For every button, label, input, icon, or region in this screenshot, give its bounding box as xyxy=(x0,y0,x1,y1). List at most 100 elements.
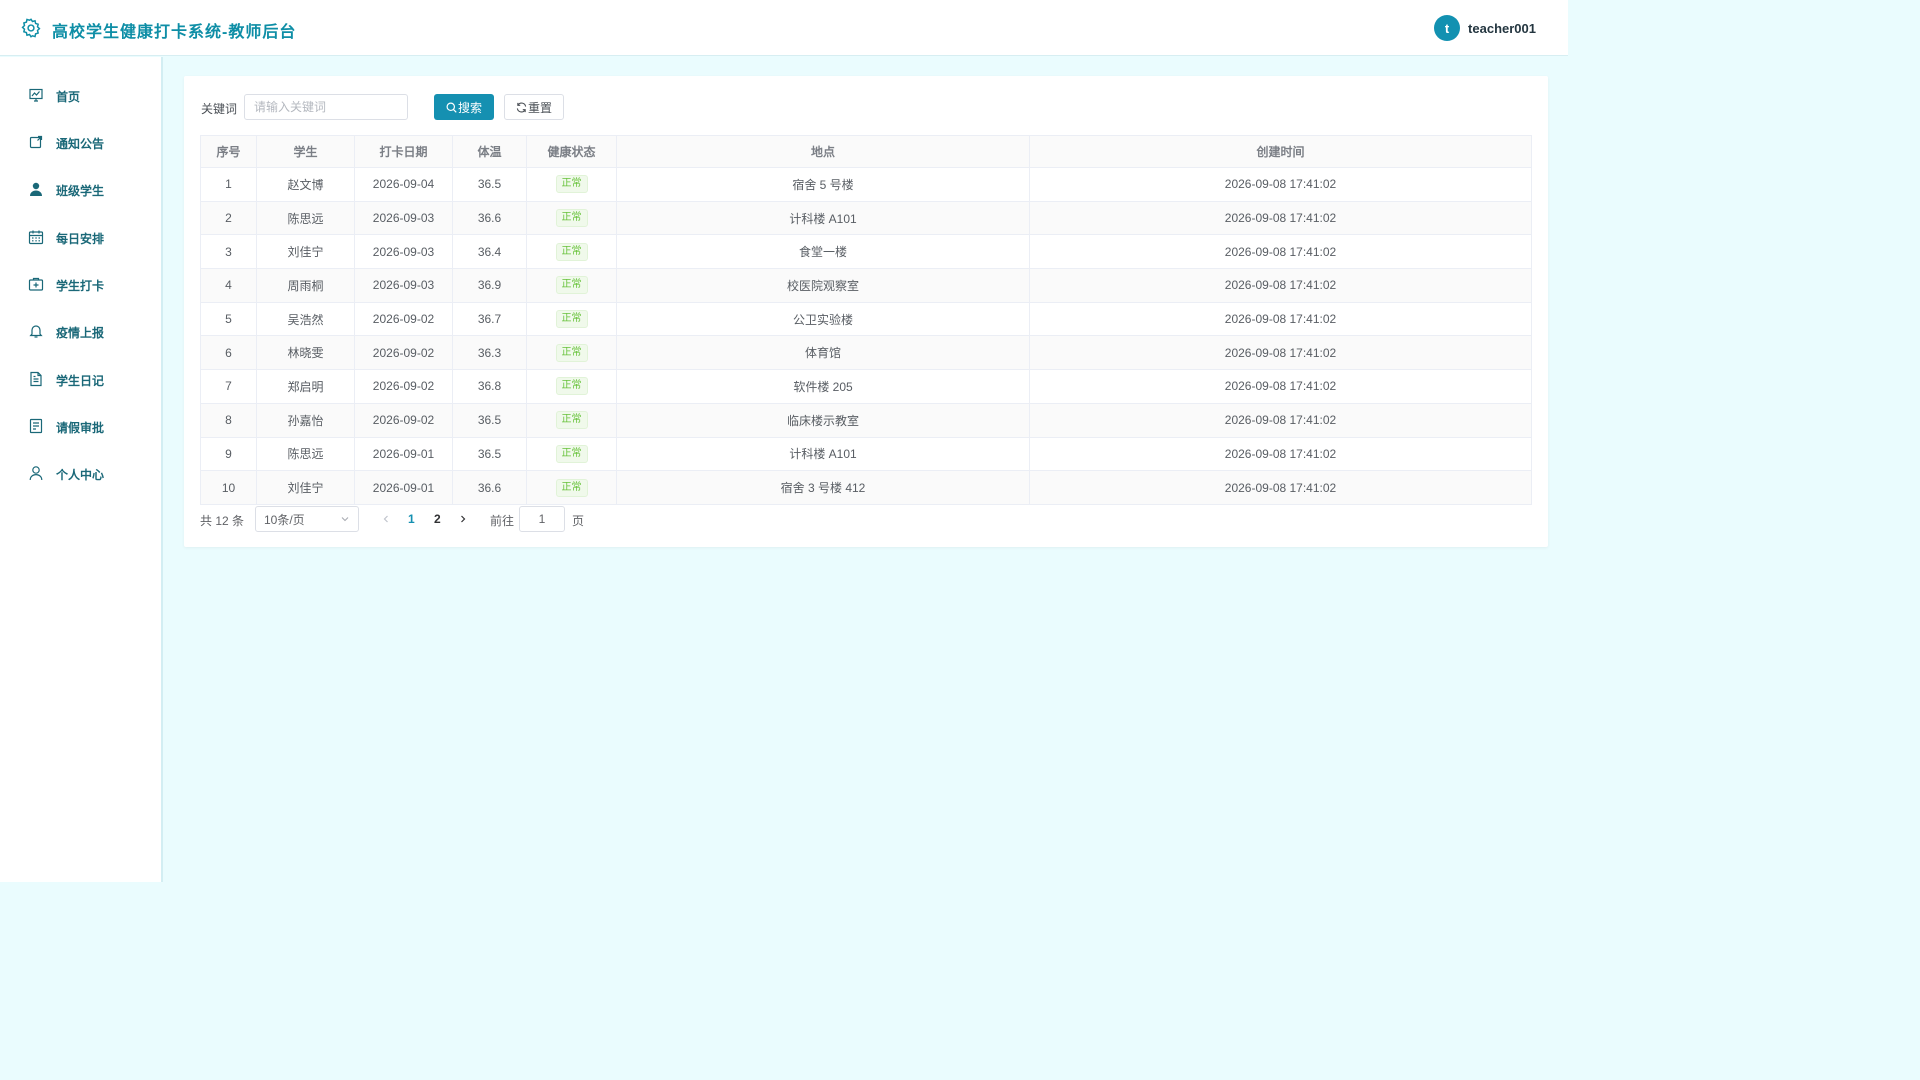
status-badge: 正常 xyxy=(555,343,588,362)
table-cell: 临床楼示教室 xyxy=(616,403,1030,438)
table-cell: 赵文博 xyxy=(256,167,355,202)
first-aid-kit-icon xyxy=(28,277,44,291)
table-cell: 刘佳宁 xyxy=(256,470,355,505)
table-cell: 软件楼 205 xyxy=(616,369,1030,404)
table-cell: 正常 xyxy=(526,437,617,472)
column-header: 地点 xyxy=(616,135,1030,168)
sidebar-item-student-diary[interactable]: 学生日记 xyxy=(0,361,161,397)
table-cell: 正常 xyxy=(526,369,617,404)
table-row[interactable]: 9 陈思远 2026-09-01 36.5 正常 计科楼 A101 2026-09-08 1… xyxy=(200,437,1532,472)
document-icon xyxy=(30,371,42,387)
table-cell: 2026-09-08 17:41:02 xyxy=(1029,201,1532,236)
table-cell: 孙嘉怡 xyxy=(256,403,355,438)
sidebar-item-leave-approval[interactable]: 请假审批 xyxy=(0,408,161,444)
checkin-table: 序号 学生 打卡日期 体温 健康状态 地点 创建时间 1 赵文博 2026-09-04 36.5 正… xyxy=(200,135,1532,505)
page-size-select[interactable]: 10条/页 xyxy=(255,506,359,532)
top-header: 高校学生健康打卡系统-教师后台 t teacher001 xyxy=(0,0,1568,56)
sidebar-item-home[interactable]: 首页 xyxy=(0,77,161,113)
sidebar-item-label: 通知公告 xyxy=(56,137,105,151)
table-row[interactable]: 4 周雨桐 2026-09-03 36.9 正常 校医院观察室 2026-09-08 17:… xyxy=(200,268,1532,303)
table-cell: 1 xyxy=(200,167,257,202)
page-number-2[interactable]: 2 xyxy=(434,512,441,526)
column-header: 学生 xyxy=(256,135,355,168)
table-cell: 正常 xyxy=(526,302,617,337)
table-row[interactable]: 1 赵文博 2026-09-04 36.5 正常 宿舍 5 号楼 2026-09-08 17… xyxy=(200,167,1532,202)
table-row[interactable]: 2 陈思远 2026-09-03 36.6 正常 计科楼 A101 2026-09-08 1… xyxy=(200,201,1532,236)
next-page-icon[interactable] xyxy=(457,512,469,526)
table-cell: 36.6 xyxy=(452,201,527,236)
chevron-down-icon xyxy=(341,517,349,522)
status-badge: 正常 xyxy=(555,478,588,497)
dashboard-icon xyxy=(29,88,43,102)
table-cell: 6 xyxy=(200,335,257,371)
sidebar-item-label: 每日安排 xyxy=(56,232,105,246)
sidebar-item-student-checkin[interactable]: 学生打卡 xyxy=(0,266,161,302)
sidebar-item-class-students[interactable]: 班级学生 xyxy=(0,171,161,207)
table-cell: 2026-09-03 xyxy=(354,268,453,303)
avatar[interactable]: t xyxy=(1434,15,1461,41)
table-cell: 吴浩然 xyxy=(256,302,355,337)
goto-suffix: 页 xyxy=(572,514,585,528)
tickets-icon xyxy=(29,418,43,434)
page-number-1[interactable]: 1 xyxy=(408,512,415,526)
sidebar-item-epidemic-report[interactable]: 疫情上报 xyxy=(0,313,161,349)
table-row[interactable]: 3 刘佳宁 2026-09-03 36.4 正常 食堂一楼 2026-09-08 17:41… xyxy=(200,234,1532,270)
table-cell: 正常 xyxy=(526,167,617,202)
table-cell: 2026-09-08 17:41:02 xyxy=(1029,437,1532,472)
column-header: 健康状态 xyxy=(526,135,617,168)
search-button[interactable]: 搜索 xyxy=(434,94,494,120)
table-cell: 8 xyxy=(200,403,257,438)
checkin-list-card: 关键词 搜索 重置 序号学生打卡日期体温健康状态地点创建时间 1赵文博2026-… xyxy=(184,76,1548,547)
status-badge: 正常 xyxy=(555,242,588,261)
table-cell: 周雨桐 xyxy=(256,268,355,303)
table-cell: 36.8 xyxy=(452,369,527,404)
table-row[interactable]: 8 孙嘉怡 2026-09-02 36.5 正常 临床楼示教室 2026-09-08 17:… xyxy=(200,403,1532,438)
table-cell: 36.5 xyxy=(452,437,527,472)
table-cell: 体育馆 xyxy=(616,335,1030,371)
table-cell: 2026-09-02 xyxy=(354,335,453,371)
table-cell: 36.4 xyxy=(452,234,527,270)
column-header: 序号 xyxy=(200,135,257,168)
table-cell: 2026-09-08 17:41:02 xyxy=(1029,234,1532,270)
table-cell: 陈思远 xyxy=(256,201,355,236)
goto-page-input[interactable] xyxy=(519,506,565,532)
column-header: 体温 xyxy=(452,135,527,168)
page-size-value: 10条/页 xyxy=(264,512,305,527)
user-icon xyxy=(29,466,43,481)
table-row[interactable]: 6 林晓雯 2026-09-02 36.3 正常 体育馆 2026-09-08 17:41:… xyxy=(200,335,1532,371)
column-header: 打卡日期 xyxy=(354,135,453,168)
sidebar-item-profile[interactable]: 个人中心 xyxy=(0,455,161,491)
table-cell: 2026-09-03 xyxy=(354,201,453,236)
sidebar-item-daily-schedule[interactable]: 每日安排 xyxy=(0,219,161,255)
table-row[interactable]: 10 刘佳宁 2026-09-01 36.6 正常 宿舍 3 号楼 412 2026-09-… xyxy=(200,470,1532,505)
table-cell: 36.7 xyxy=(452,302,527,337)
bell-icon xyxy=(29,325,43,338)
status-badge: 正常 xyxy=(555,444,588,463)
user-menu[interactable]: t teacher001 xyxy=(1434,15,1536,41)
username[interactable]: teacher001 xyxy=(1468,21,1536,36)
table-cell: 2026-09-01 xyxy=(354,437,453,472)
keyword-input[interactable] xyxy=(244,94,408,120)
table-cell: 2026-09-02 xyxy=(354,403,453,438)
table-cell: 2026-09-01 xyxy=(354,470,453,505)
prev-page-icon[interactable] xyxy=(380,512,392,526)
sidebar-item-notice[interactable]: 通知公告 xyxy=(0,124,161,160)
table-cell: 计科楼 A101 xyxy=(616,437,1030,472)
table-cell: 36.5 xyxy=(452,167,527,202)
app-title: 高校学生健康打卡系统-教师后台 xyxy=(52,24,297,41)
table-row[interactable]: 5 吴浩然 2026-09-02 36.7 正常 公卫实验楼 2026-09-08 17:4… xyxy=(200,302,1532,337)
table-header-row: 序号 学生 打卡日期 体温 健康状态 地点 创建时间 xyxy=(200,135,1532,168)
search-button-label: 搜索 xyxy=(457,100,482,115)
table-cell: 刘佳宁 xyxy=(256,234,355,270)
table-row[interactable]: 7 郑启明 2026-09-02 36.8 正常 软件楼 205 2026-09-08 17… xyxy=(200,369,1532,404)
table-cell: 2026-09-08 17:41:02 xyxy=(1029,167,1532,202)
sidebar: 首页 通知公告 班级学生 每日安排 学生打卡 疫情上报 学生日记 请假审批 个人… xyxy=(0,57,163,882)
table-cell: 食堂一楼 xyxy=(616,234,1030,270)
table-cell: 2026-09-08 17:41:02 xyxy=(1029,268,1532,303)
sidebar-item-label: 首页 xyxy=(56,90,81,104)
calendar-icon xyxy=(28,230,44,245)
reset-button[interactable]: 重置 xyxy=(504,94,564,120)
table-cell: 2026-09-08 17:41:02 xyxy=(1029,403,1532,438)
table-cell: 3 xyxy=(200,234,257,270)
table-cell: 36.3 xyxy=(452,335,527,371)
